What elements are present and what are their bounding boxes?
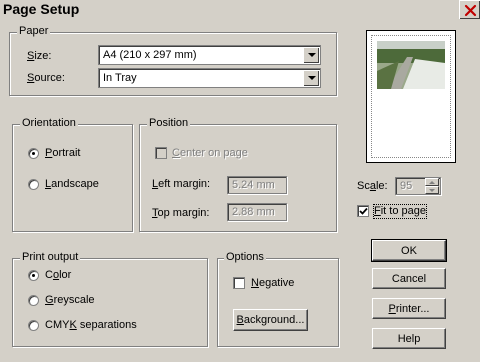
close-icon xyxy=(464,4,476,16)
landscape-radio[interactable] xyxy=(28,179,39,190)
center-on-page-checkbox[interactable] xyxy=(155,147,167,159)
negative-label[interactable]: Negative xyxy=(251,277,294,290)
close-button[interactable] xyxy=(459,0,480,19)
landscape-label[interactable]: Landscape xyxy=(45,178,99,191)
cmyk-radio[interactable] xyxy=(28,320,39,331)
cancel-button[interactable]: Cancel xyxy=(372,268,446,289)
left-margin-label: Left margin: xyxy=(152,178,211,190)
chevron-up-icon xyxy=(429,180,435,184)
chevron-down-icon xyxy=(429,188,435,192)
portrait-label[interactable]: Portrait xyxy=(45,147,80,160)
radio-selected-dot xyxy=(32,274,35,277)
help-button[interactable]: Help xyxy=(372,328,446,349)
scale-decrement-button[interactable] xyxy=(425,186,439,194)
greyscale-label[interactable]: Greyscale xyxy=(45,294,95,307)
source-label: Source: xyxy=(27,72,65,84)
top-margin-field[interactable]: 2.88 mm xyxy=(227,203,287,221)
position-legend: Position xyxy=(147,117,191,130)
left-margin-field[interactable]: 5.24 mm xyxy=(227,176,287,194)
center-on-page-label: Center on page xyxy=(172,147,248,159)
size-label: Size: xyxy=(27,50,52,62)
print-output-legend: Print output xyxy=(20,251,81,264)
fit-to-page-checkbox[interactable] xyxy=(357,205,369,217)
orientation-legend: Orientation xyxy=(20,117,78,130)
page-preview xyxy=(366,30,456,163)
print-output-group xyxy=(12,258,208,347)
options-legend: Options xyxy=(224,251,266,264)
help-button-label: Help xyxy=(397,332,421,345)
ok-button-label: OK xyxy=(401,244,417,257)
preview-page-area xyxy=(371,35,451,158)
cmyk-label[interactable]: CMYK separations xyxy=(45,319,137,332)
size-dropdown-button[interactable] xyxy=(303,47,319,63)
background-button-label: Background... xyxy=(236,314,305,326)
scale-increment-button[interactable] xyxy=(425,178,439,186)
window-title: Page Setup xyxy=(3,1,80,17)
options-group xyxy=(217,258,339,347)
size-value: A4 (210 x 297 mm) xyxy=(103,49,197,61)
portrait-radio[interactable] xyxy=(28,148,39,159)
color-radio[interactable] xyxy=(28,270,39,281)
printer-button[interactable]: Printer... xyxy=(372,298,446,319)
chevron-down-icon xyxy=(307,76,316,80)
top-margin-value: 2.88 mm xyxy=(232,206,275,218)
cancel-button-label: Cancel xyxy=(391,272,427,285)
left-margin-value: 5.24 mm xyxy=(232,179,275,191)
source-dropdown-button[interactable] xyxy=(303,70,319,86)
source-dropdown[interactable]: In Tray xyxy=(98,68,321,88)
check-icon xyxy=(359,207,368,215)
color-label[interactable]: Color xyxy=(45,269,71,282)
ok-button[interactable]: OK xyxy=(371,239,447,262)
negative-checkbox[interactable] xyxy=(233,277,245,289)
chevron-down-icon xyxy=(307,53,316,57)
fit-to-page-label[interactable]: Fit to page xyxy=(373,204,427,219)
source-value: In Tray xyxy=(103,72,137,84)
scale-value: 95 xyxy=(400,180,413,192)
greyscale-radio[interactable] xyxy=(28,295,39,306)
scale-label: Scale: xyxy=(357,180,388,192)
top-margin-label: Top margin: xyxy=(152,207,210,219)
radio-selected-dot xyxy=(32,152,35,155)
background-button[interactable]: Background... xyxy=(233,309,308,331)
size-dropdown[interactable]: A4 (210 x 297 mm) xyxy=(98,45,321,65)
scale-field[interactable]: 95 xyxy=(395,177,441,195)
preview-image xyxy=(377,41,445,89)
printer-button-label: Printer... xyxy=(388,302,430,315)
paper-legend: Paper xyxy=(17,25,51,38)
